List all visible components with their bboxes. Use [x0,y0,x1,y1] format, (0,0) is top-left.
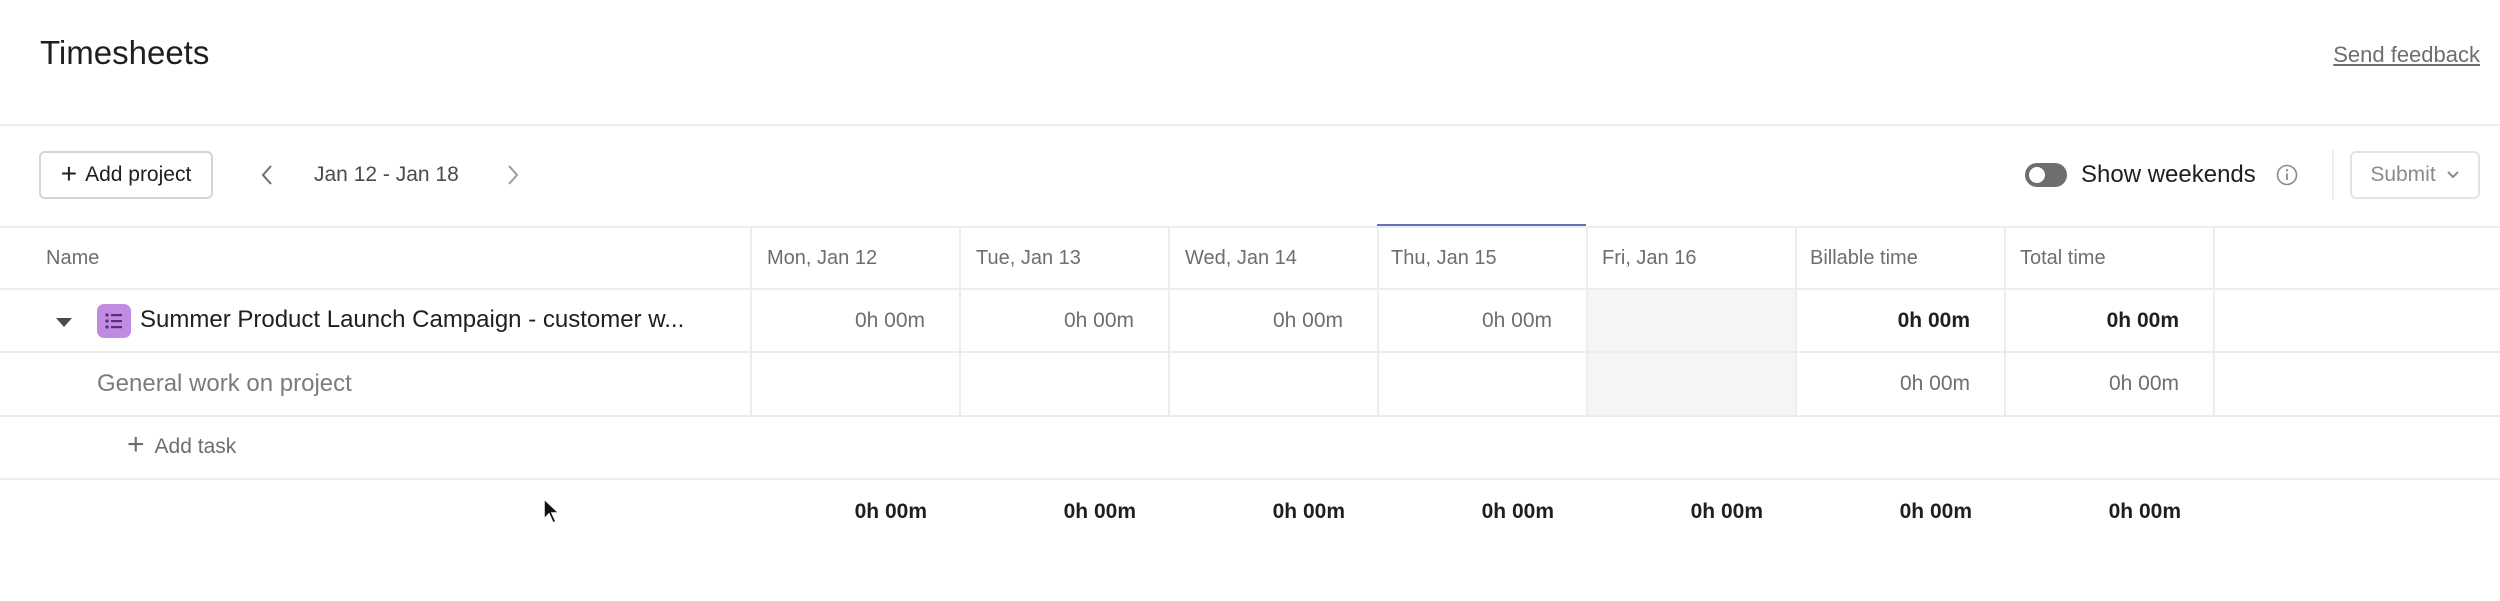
task-billable-time: 0h 00m [1797,353,2006,415]
task-wed-input[interactable] [1170,353,1379,415]
mouse-cursor-icon [543,497,561,525]
time-value: 0h 00m [1272,308,1343,332]
total-total: 0h 00m [2006,480,2215,544]
time-value: 0h 00m [2108,500,2181,523]
column-header-label: Fri, Jan 16 [1602,246,1697,269]
project-mon-time[interactable]: 0h 00m [752,290,961,351]
project-fri-time[interactable] [1588,290,1797,351]
project-list-icon [97,304,131,338]
time-value: 0h 00m [1272,500,1345,523]
add-project-button[interactable]: + Add project [39,151,213,199]
add-task-button[interactable]: + Add task [127,428,237,461]
time-value: 0h 00m [1481,500,1554,523]
date-range-label: Jan 12 - Jan 18 [314,163,459,186]
time-value: 0h 00m [854,500,927,523]
task-row[interactable]: General work on project 0h 00m 0h 00m [0,353,2500,417]
plus-icon: + [127,428,145,461]
task-name: General work on project [97,370,352,397]
task-tue-input[interactable] [961,353,1170,415]
previous-week-button[interactable] [252,158,282,192]
time-value: 0h 00m [1063,500,1136,523]
project-billable-time: 0h 00m [1797,290,2006,351]
column-header-label: Tue, Jan 13 [976,246,1081,269]
task-fri-input[interactable] [1588,353,1797,415]
column-header-label: Thu, Jan 15 [1391,246,1497,269]
column-header-thu: Thu, Jan 15 [1379,228,1588,288]
time-value: 0h 00m [1481,308,1552,332]
project-tue-time[interactable]: 0h 00m [961,290,1170,351]
add-task-label: Add task [154,434,237,458]
column-header-mon: Mon, Jan 12 [752,228,961,288]
submit-button[interactable]: Submit [2350,151,2480,199]
time-value: 0h 00m [2106,308,2179,332]
toolbar-divider [2332,150,2334,200]
column-header-total: Total time [2006,228,2215,288]
table-header-row: Name Mon, Jan 12 Tue, Jan 13 Wed, Jan 14… [0,226,2500,290]
column-header-label: Name [46,246,100,269]
show-weekends-toggle[interactable] [2025,163,2067,187]
caret-down-icon[interactable] [54,315,74,329]
totals-row: 0h 00m 0h 00m 0h 00m 0h 00m 0h 00m 0h 00… [0,480,2500,544]
column-header-fri: Fri, Jan 16 [1588,228,1797,288]
chevron-down-icon [2446,171,2459,179]
time-value: 0h 00m [2108,372,2179,395]
next-week-button[interactable] [498,158,528,192]
send-feedback-link[interactable]: Send feedback [2333,42,2480,68]
column-header-billable: Billable time [1797,228,2006,288]
column-header-label: Total time [2020,246,2106,269]
chevron-left-icon [261,165,272,185]
show-weekends-label: Show weekends [2081,161,2256,188]
total-mon: 0h 00m [752,480,961,544]
info-icon[interactable] [2275,163,2299,187]
page-header: Timesheets Send feedback [0,0,2500,126]
time-value: 0h 00m [1063,308,1134,332]
add-project-label: Add project [85,163,192,186]
time-value: 0h 00m [1690,500,1763,523]
task-total-time: 0h 00m [2006,353,2215,415]
time-value: 0h 00m [1897,308,1970,332]
total-billable: 0h 00m [1797,480,2006,544]
total-tue: 0h 00m [961,480,1170,544]
column-header-label: Mon, Jan 12 [767,246,878,269]
project-total-time: 0h 00m [2006,290,2215,351]
add-task-row: + Add task [0,417,2500,480]
chevron-right-icon [508,165,519,185]
time-value: 0h 00m [1899,372,1970,395]
toolbar: + Add project Jan 12 - Jan 18 Show weeke… [0,128,2500,226]
project-row[interactable]: Summer Product Launch Campaign - custome… [0,290,2500,353]
total-wed: 0h 00m [1170,480,1379,544]
column-header-name: Name [0,228,752,288]
column-header-label: Billable time [1810,246,1918,269]
plus-icon: + [60,157,78,189]
project-thu-time[interactable]: 0h 00m [1379,290,1588,351]
project-wed-time[interactable]: 0h 00m [1170,290,1379,351]
total-fri: 0h 00m [1588,480,1797,544]
time-value: 0h 00m [1899,500,1972,523]
column-header-tue: Tue, Jan 13 [961,228,1170,288]
toggle-knob [2029,167,2045,183]
total-thu: 0h 00m [1379,480,1588,544]
task-name-cell: General work on project [0,353,752,415]
task-thu-input[interactable] [1379,353,1588,415]
task-mon-input[interactable] [752,353,961,415]
column-header-wed: Wed, Jan 14 [1170,228,1379,288]
column-header-label: Wed, Jan 14 [1185,246,1297,269]
project-name-cell: Summer Product Launch Campaign - custome… [0,290,752,351]
time-value: 0h 00m [854,308,925,332]
page-title: Timesheets [40,34,210,71]
project-name[interactable]: Summer Product Launch Campaign - custome… [140,306,684,334]
submit-label: Submit [2370,163,2436,186]
